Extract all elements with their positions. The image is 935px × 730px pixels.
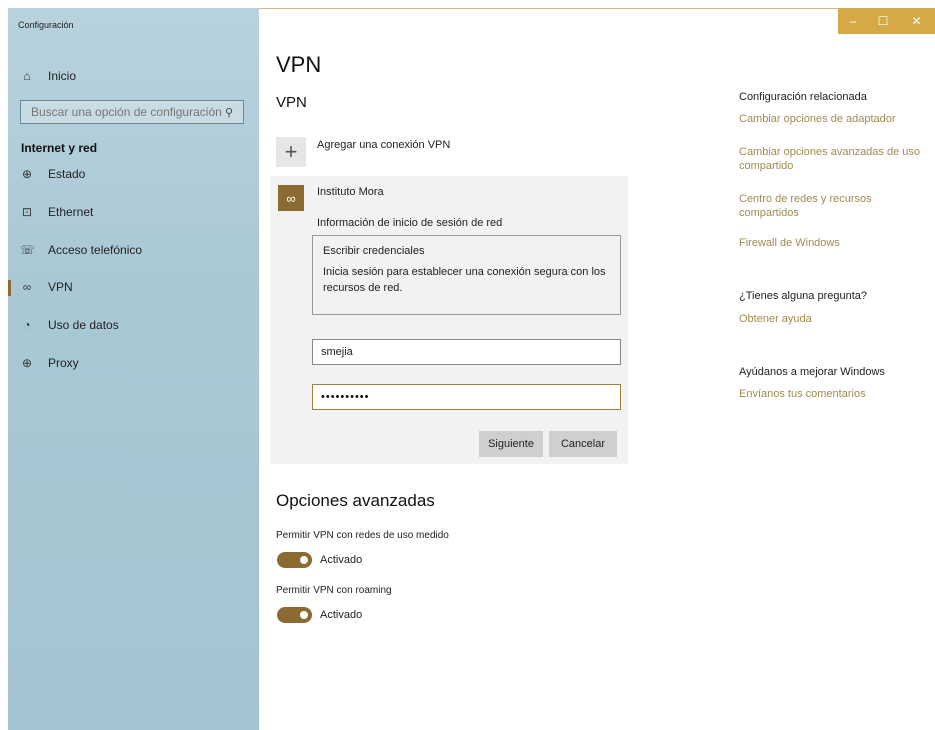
toggle-knob bbox=[300, 556, 308, 564]
vpn-connection-icon: ∞ bbox=[278, 185, 304, 211]
advanced-options-title: Opciones avanzadas bbox=[276, 491, 435, 510]
connection-name: Instituto Mora bbox=[317, 186, 384, 198]
sidebar-item-proxy[interactable]: ⊕ Proxy bbox=[8, 348, 259, 378]
sidebar-item-home[interactable]: ⌂ Inicio bbox=[8, 61, 259, 91]
sidebar-item-ethernet[interactable]: ⊡ Ethernet bbox=[8, 197, 259, 227]
globe-status-icon: ⊕ bbox=[21, 167, 33, 181]
metered-toggle-switch[interactable] bbox=[277, 552, 312, 568]
link-firewall[interactable]: Firewall de Windows bbox=[739, 236, 840, 250]
section-title: Internet y red bbox=[21, 141, 98, 155]
cancel-button[interactable]: Cancelar bbox=[549, 431, 617, 457]
username-field[interactable] bbox=[312, 339, 621, 365]
title-bar-border bbox=[259, 8, 935, 9]
improve-heading: Ayúdanos a mejorar Windows bbox=[739, 366, 885, 378]
data-usage-icon: ◔ bbox=[23, 318, 31, 332]
minimize-button[interactable]: – bbox=[838, 8, 868, 34]
sidebar-item-vpn[interactable]: ∞ VPN bbox=[8, 272, 259, 302]
link-feedback[interactable]: Envíanos tus comentarios bbox=[739, 387, 866, 401]
link-network-center[interactable]: Centro de redes y recursos compartidos bbox=[739, 192, 909, 220]
next-button[interactable]: Siguiente bbox=[479, 431, 543, 457]
link-adapter-options[interactable]: Cambiar opciones de adaptador bbox=[739, 112, 896, 126]
credentials-title: Escribir credenciales bbox=[323, 245, 425, 257]
metered-option-label: Permitir VPN con redes de uso medido bbox=[276, 530, 449, 541]
toggle-state-label: Activado bbox=[320, 554, 363, 566]
password-field[interactable] bbox=[312, 384, 621, 410]
sidebar-item-label: Acceso telefónico bbox=[48, 243, 143, 257]
add-vpn-label: Agregar una conexión VPN bbox=[317, 139, 451, 151]
app-title: Configuración bbox=[18, 20, 74, 30]
related-settings-heading: Configuración relacionada bbox=[739, 91, 867, 103]
roaming-toggle-switch[interactable] bbox=[277, 607, 312, 623]
proxy-globe-icon: ⊕ bbox=[21, 356, 33, 370]
sidebar-item-label: Uso de datos bbox=[48, 318, 119, 332]
sidebar-item-uso-de-datos[interactable]: ◔ Uso de datos bbox=[8, 310, 259, 340]
toggle-state-label: Activado bbox=[320, 609, 363, 621]
search-input[interactable] bbox=[21, 104, 223, 120]
vpn-connection-card[interactable]: ∞ Instituto Mora Información de inicio d… bbox=[270, 176, 628, 464]
metered-toggle-row[interactable]: Activado bbox=[277, 552, 362, 568]
search-icon[interactable]: ⚲ bbox=[225, 106, 233, 119]
sidebar-item-estado[interactable]: ⊕ Estado bbox=[8, 159, 259, 189]
maximize-button[interactable]: ☐ bbox=[868, 8, 898, 34]
dialup-icon: ☏ bbox=[20, 243, 36, 257]
roaming-toggle-row[interactable]: Activado bbox=[277, 607, 362, 623]
credentials-prompt: Escribir credenciales Inicia sesión para… bbox=[312, 235, 621, 315]
roaming-option-label: Permitir VPN con roaming bbox=[276, 585, 392, 596]
home-icon: ⌂ bbox=[23, 69, 31, 83]
add-vpn-connection-button[interactable]: + Agregar una conexión VPN bbox=[276, 137, 450, 167]
toggle-knob bbox=[300, 611, 308, 619]
sidebar-item-label: Inicio bbox=[48, 69, 77, 83]
vpn-icon: ∞ bbox=[22, 280, 32, 294]
sidebar-item-label: VPN bbox=[48, 280, 73, 294]
search-box[interactable]: ⚲ bbox=[20, 100, 244, 124]
network-signin-label: Información de inicio de sesión de red bbox=[317, 217, 503, 229]
ethernet-icon: ⊡ bbox=[21, 205, 33, 219]
section-title-vpn: VPN bbox=[276, 94, 307, 111]
active-indicator bbox=[8, 280, 11, 296]
sidebar-item-acceso-telefonico[interactable]: ☏ Acceso telefónico bbox=[8, 235, 259, 265]
page-title: VPN bbox=[276, 52, 322, 77]
sidebar-item-label: Ethernet bbox=[48, 205, 94, 219]
close-button[interactable]: ✕ bbox=[898, 8, 935, 34]
credentials-description: Inicia sesión para establecer una conexi… bbox=[323, 266, 606, 294]
sidebar: Configuración ⌂ Inicio ⚲ Internet y red … bbox=[8, 8, 259, 730]
link-advanced-sharing[interactable]: Cambiar opciones avanzadas de uso compar… bbox=[739, 145, 929, 173]
sidebar-item-label: Estado bbox=[48, 167, 86, 181]
link-get-help[interactable]: Obtener ayuda bbox=[739, 312, 812, 326]
question-heading: ¿Tienes alguna pregunta? bbox=[739, 290, 868, 302]
sidebar-item-label: Proxy bbox=[48, 356, 79, 370]
plus-icon[interactable]: + bbox=[276, 137, 306, 167]
